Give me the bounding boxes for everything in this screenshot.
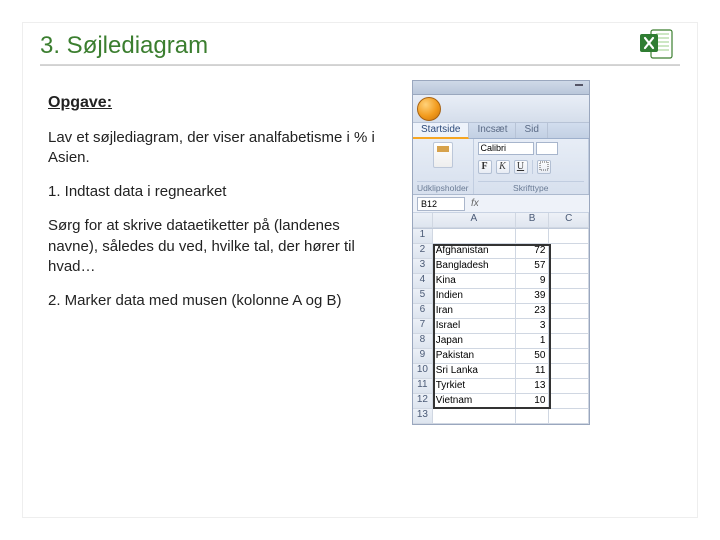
- cell[interactable]: [549, 319, 589, 334]
- cell[interactable]: Vietnam: [433, 394, 516, 409]
- font-size-select[interactable]: [536, 142, 558, 155]
- cell[interactable]: [549, 289, 589, 304]
- cell[interactable]: 1: [516, 334, 550, 349]
- table-row: 3Bangladesh57: [413, 259, 589, 274]
- title-rule: [40, 64, 680, 66]
- step-1: 1. Indtast data i regnearket: [48, 182, 378, 202]
- cell[interactable]: [549, 349, 589, 364]
- cell[interactable]: Indien: [433, 289, 516, 304]
- cell[interactable]: Iran: [433, 304, 516, 319]
- name-box[interactable]: B12: [417, 197, 465, 211]
- col-header-a[interactable]: A: [433, 213, 516, 228]
- step-1-detail: Sørg for at skrive dataetiketter på (lan…: [48, 216, 378, 277]
- tab-page[interactable]: Sid: [516, 123, 547, 138]
- cell[interactable]: 57: [516, 259, 550, 274]
- table-row: 8Japan1: [413, 334, 589, 349]
- step-2: 2. Marker data med musen (kolonne A og B…: [48, 291, 378, 311]
- cell[interactable]: Japan: [433, 334, 516, 349]
- cell[interactable]: Kina: [433, 274, 516, 289]
- cell[interactable]: 13: [516, 379, 550, 394]
- table-row: 5Indien39: [413, 289, 589, 304]
- cell[interactable]: 9: [516, 274, 550, 289]
- table-row: 11Tyrkiet13: [413, 379, 589, 394]
- cell[interactable]: 10: [516, 394, 550, 409]
- cell[interactable]: Sri Lanka: [433, 364, 516, 379]
- border-button[interactable]: [537, 160, 551, 174]
- ribbon-tabs: Startside Incsæt Sid: [413, 123, 589, 139]
- divider: [532, 160, 533, 174]
- office-button-icon[interactable]: [417, 97, 441, 121]
- paste-icon[interactable]: [433, 142, 453, 168]
- cell[interactable]: [433, 229, 516, 244]
- cell[interactable]: [549, 334, 589, 349]
- minimize-icon[interactable]: [575, 84, 583, 86]
- cell[interactable]: Pakistan: [433, 349, 516, 364]
- bold-button[interactable]: F: [478, 160, 492, 174]
- tab-home[interactable]: Startside: [413, 123, 469, 139]
- table-row: 1: [413, 229, 589, 244]
- formula-bar: B12 fx: [413, 195, 589, 213]
- cell[interactable]: 50: [516, 349, 550, 364]
- underline-button[interactable]: U: [514, 160, 528, 174]
- table-row: 7Israel3: [413, 319, 589, 334]
- cell[interactable]: [549, 409, 589, 424]
- fx-icon[interactable]: fx: [471, 198, 479, 209]
- cell[interactable]: Israel: [433, 319, 516, 334]
- cell[interactable]: [549, 379, 589, 394]
- task-description: Lav et søjlediagram, der viser analfabet…: [48, 128, 378, 169]
- cell[interactable]: [549, 394, 589, 409]
- table-row: 2Afghanistan72: [413, 244, 589, 259]
- cell[interactable]: [549, 274, 589, 289]
- cell[interactable]: Bangladesh: [433, 259, 516, 274]
- table-row: 12Vietnam10: [413, 394, 589, 409]
- cell[interactable]: [433, 409, 516, 424]
- font-name-select[interactable]: Calibri: [478, 142, 534, 155]
- italic-button[interactable]: K: [496, 160, 510, 174]
- column-headers: A B C: [413, 213, 589, 229]
- cell[interactable]: [516, 409, 550, 424]
- window-titlebar: [413, 81, 589, 95]
- cell[interactable]: [549, 259, 589, 274]
- cell[interactable]: [516, 229, 550, 244]
- cell[interactable]: [549, 364, 589, 379]
- ribbon-label-font: Skrifttype: [478, 181, 585, 193]
- cell[interactable]: Tyrkiet: [433, 379, 516, 394]
- excel-logo-icon: [640, 28, 674, 60]
- task-heading: Opgave:: [48, 92, 378, 114]
- ribbon-label-clipboard: Udklipsholder: [417, 181, 469, 193]
- cell[interactable]: 11: [516, 364, 550, 379]
- cell[interactable]: [549, 244, 589, 259]
- slide-title: 3. Søjlediagram: [40, 32, 208, 60]
- task-text: Opgave: Lav et søjlediagram, der viser a…: [48, 92, 378, 325]
- table-row: 6Iran23: [413, 304, 589, 319]
- quick-access-row: [413, 95, 589, 123]
- cell[interactable]: 39: [516, 289, 550, 304]
- excel-screenshot: Startside Incsæt Sid Udklipsholder Calib…: [412, 80, 590, 425]
- table-row: 4Kina9: [413, 274, 589, 289]
- ribbon-group-font: Calibri F K U Skrifttype: [474, 139, 590, 194]
- grid-body: 1 2Afghanistan72 3Bangladesh57 4Kina9 5I…: [413, 229, 589, 424]
- cell[interactable]: [549, 229, 589, 244]
- cell[interactable]: 72: [516, 244, 550, 259]
- ribbon-group-clipboard: Udklipsholder: [413, 139, 474, 194]
- col-header-c[interactable]: C: [549, 213, 589, 228]
- table-row: 10Sri Lanka11: [413, 364, 589, 379]
- table-row: 9Pakistan50: [413, 349, 589, 364]
- cell[interactable]: [549, 304, 589, 319]
- col-header-b[interactable]: B: [516, 213, 550, 228]
- cell[interactable]: Afghanistan: [433, 244, 516, 259]
- table-row: 13: [413, 409, 589, 424]
- cell[interactable]: 3: [516, 319, 550, 334]
- cell[interactable]: 23: [516, 304, 550, 319]
- tab-insert[interactable]: Incsæt: [469, 123, 516, 138]
- select-all-corner[interactable]: [413, 213, 433, 228]
- ribbon: Udklipsholder Calibri F K U Skrifttyp: [413, 139, 589, 195]
